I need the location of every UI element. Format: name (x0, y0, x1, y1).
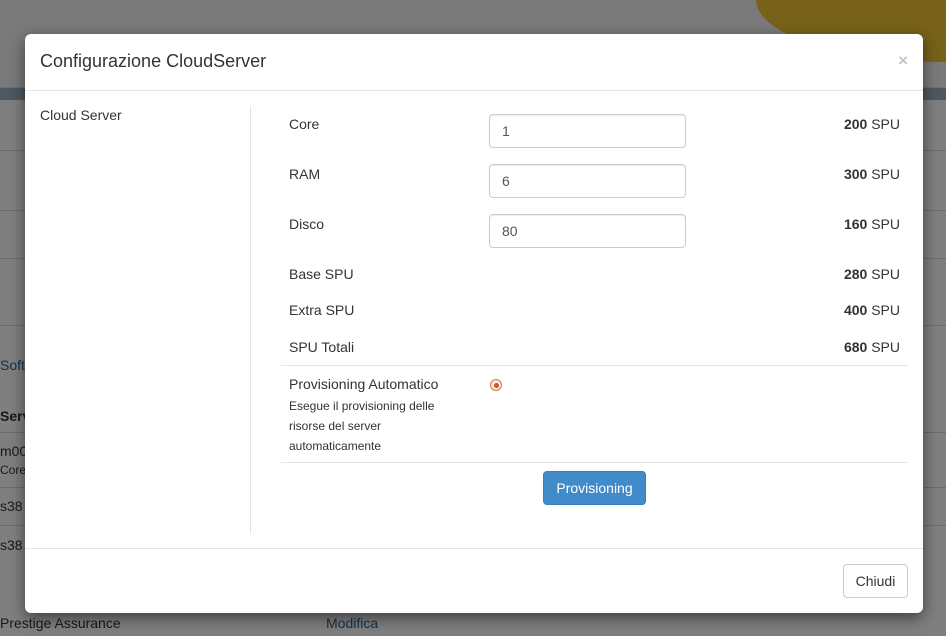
ram-spu-value: 300 SPU (844, 166, 900, 182)
base-spu-value: 280 SPU (844, 266, 900, 282)
section-divider (281, 462, 908, 463)
core-spu-unit: SPU (867, 116, 900, 132)
modal-header: Configurazione CloudServer × (25, 34, 923, 91)
total-spu-label: SPU Totali (289, 339, 355, 355)
ram-spu-number: 300 (843, 166, 868, 182)
provisioning-auto-description: Esegue il provisioning delle risorse del… (289, 399, 435, 453)
total-spu-number: 680 (843, 339, 868, 355)
disco-input[interactable] (489, 214, 686, 248)
left-nav-label: Cloud Server (40, 107, 122, 123)
provisioning-auto-radio[interactable] (490, 379, 502, 391)
extra-spu-number: 400 (843, 302, 868, 318)
provisioning-auto-label: Provisioning Automatico (289, 376, 439, 392)
close-icon[interactable]: × (898, 51, 908, 71)
core-input[interactable] (489, 114, 686, 148)
total-spu-value: 680 SPU (844, 339, 900, 355)
ram-label: RAM (289, 166, 321, 182)
extra-spu-unit: SPU (867, 302, 900, 318)
base-spu-unit: SPU (867, 266, 900, 282)
disco-label: Disco (289, 216, 325, 232)
provisioning-button[interactable]: Provisioning (543, 471, 646, 505)
modal-title: Configurazione CloudServer (40, 51, 267, 71)
disco-spu-unit: SPU (867, 216, 900, 232)
vertical-divider (250, 106, 251, 534)
extra-spu-label: Extra SPU (289, 302, 355, 318)
core-spu-value: 200 SPU (844, 116, 900, 132)
total-spu-unit: SPU (867, 339, 900, 355)
base-spu-number: 280 (843, 266, 868, 282)
base-spu-label: Base SPU (289, 266, 354, 282)
ram-spu-unit: SPU (867, 166, 900, 182)
core-label: Core (289, 116, 320, 132)
extra-spu-value: 400 SPU (844, 302, 900, 318)
modal-footer-divider (25, 548, 923, 549)
config-modal: Configurazione CloudServer × Cloud Serve… (25, 34, 923, 613)
close-button[interactable]: Chiudi (843, 564, 908, 598)
ram-input[interactable] (489, 164, 686, 198)
disco-spu-value: 160 SPU (844, 216, 900, 232)
section-divider (281, 365, 908, 366)
disco-spu-number: 160 (843, 216, 868, 232)
core-spu-number: 200 (843, 116, 868, 132)
